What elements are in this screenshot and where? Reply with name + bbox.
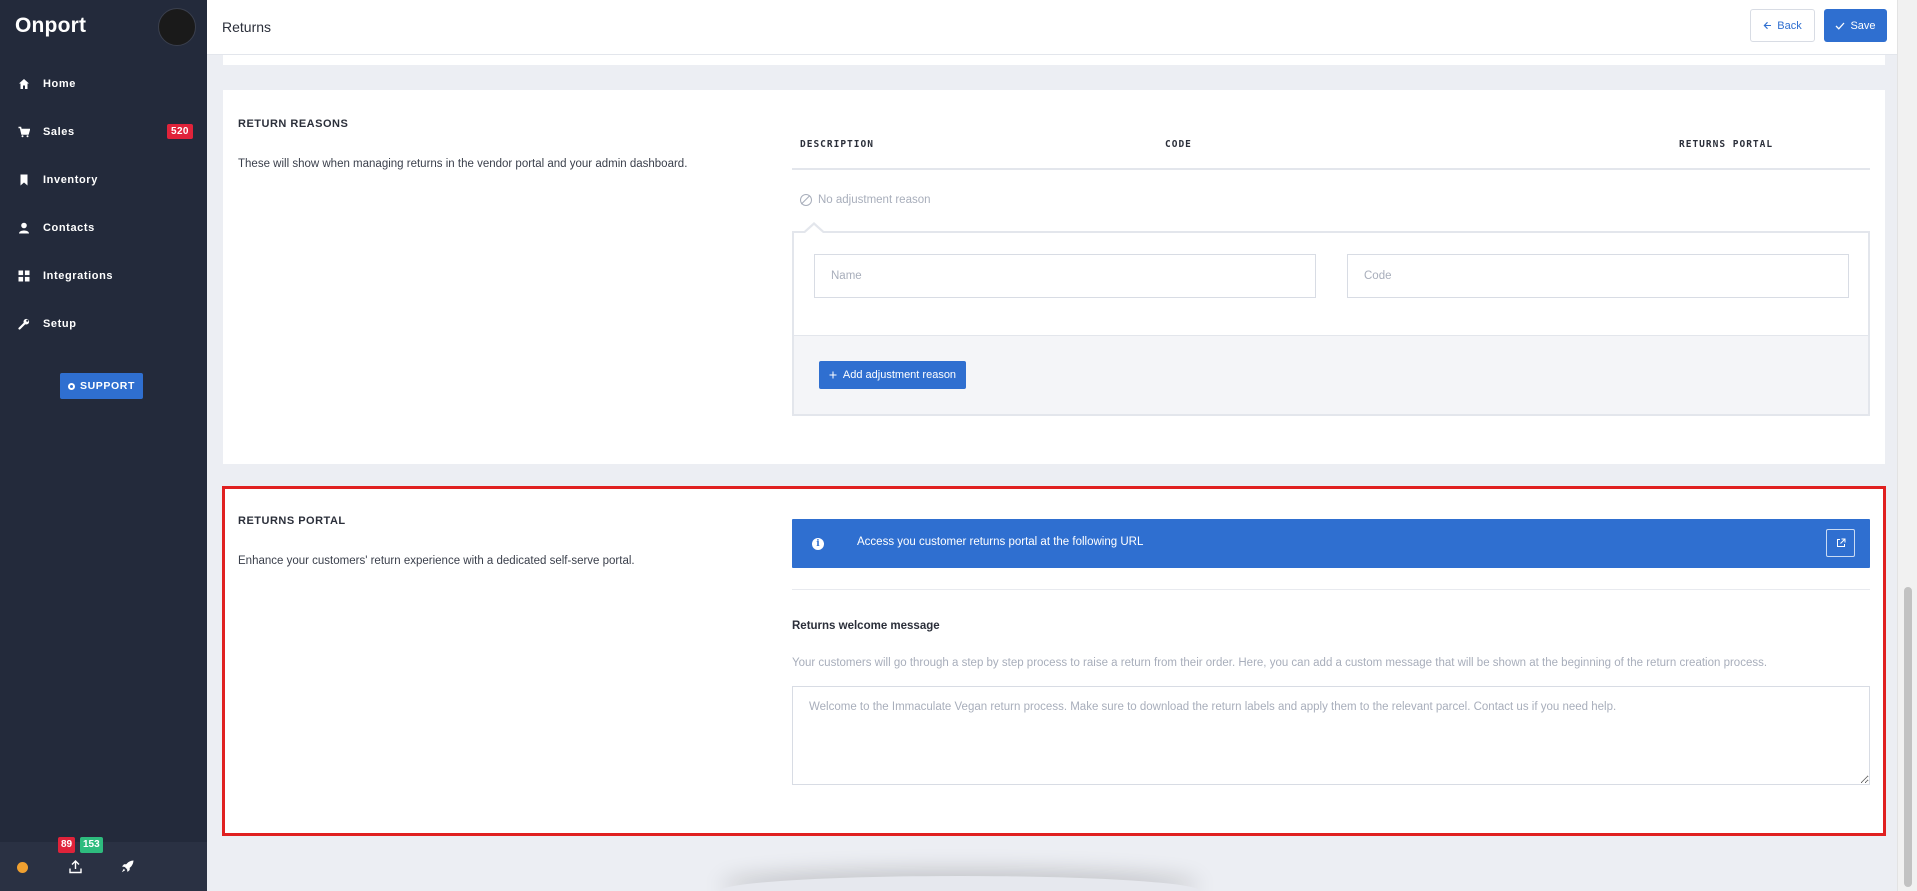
section-divider [792,589,1870,590]
form-pointer-inner [805,225,823,233]
add-adjustment-reason-button[interactable]: Add adjustment reason [819,361,966,389]
sidebar-item-label: Inventory [43,174,98,186]
status-indicator[interactable] [17,862,28,873]
top-bar: Returns Back Save [207,0,1897,55]
sidebar-item-inventory[interactable]: Inventory [0,165,207,195]
external-link-icon [1836,538,1845,547]
notification-badge: 89 [58,837,76,853]
home-icon [18,78,30,90]
welcome-message-label: Returns welcome message [792,620,940,632]
back-label: Back [1777,19,1802,32]
help-icon [68,382,76,390]
sidebar-item-contacts[interactable]: Contacts [0,213,207,243]
open-portal-button[interactable] [1826,529,1855,557]
ban-icon [800,194,812,206]
table-header-divider [792,168,1870,170]
returns-portal-title: RETURNS PORTAL [238,515,346,527]
bookmark-icon [18,174,30,186]
add-reason-label: Add adjustment reason [842,369,957,381]
back-button[interactable]: Back [1750,9,1815,42]
sidebar-item-sales[interactable]: Sales 520 [0,117,207,147]
bottom-overlay-shadow [720,876,1200,891]
cart-icon [18,126,30,138]
wrench-icon [18,318,30,330]
column-header-description[interactable]: DESCRIPTION [800,139,874,150]
portal-url-text: Access you customer returns portal at th… [857,536,1144,548]
reason-code-input[interactable] [1347,254,1849,298]
welcome-message-help: Your customers will go through a step by… [792,657,1768,669]
settings-card-previous [223,55,1885,65]
arrow-left-icon [1763,21,1772,30]
info-icon: i [812,538,824,550]
sidebar-item-home[interactable]: Home [0,69,207,99]
notification-badge: 153 [80,837,103,853]
sidebar-item-label: Home [43,78,76,90]
plus-icon [829,371,837,379]
portal-url-banner: i Access you customer returns portal at … [792,519,1870,568]
grid-icon [18,270,30,282]
user-icon [18,222,30,234]
support-button[interactable]: SUPPORT [60,373,143,399]
save-label: Save [1850,19,1876,32]
reason-name-input[interactable] [814,254,1316,298]
return-reasons-title: RETURN REASONS [238,118,349,130]
column-header-code[interactable]: CODE [1165,139,1192,150]
page-title: Returns [222,19,272,35]
support-label: SUPPORT [80,380,135,392]
app-logo[interactable]: Onport [15,14,86,38]
rocket-icon[interactable] [121,860,134,878]
sidebar-item-integrations[interactable]: Integrations [0,261,207,291]
empty-state-text: No adjustment reason [818,194,931,206]
sidebar-item-label: Sales [43,126,75,138]
sales-count-badge: 520 [167,124,193,139]
upload-icon[interactable] [69,860,82,879]
sidebar-item-label: Setup [43,318,77,330]
sidebar-item-label: Contacts [43,222,95,234]
sidebar-footer [0,842,207,891]
return-reasons-description: These will show when managing returns in… [238,158,688,170]
scrollbar-thumb[interactable] [1904,587,1912,887]
sidebar-item-label: Integrations [43,270,114,282]
sidebar-item-setup[interactable]: Setup [0,309,207,339]
empty-state: No adjustment reason [800,194,931,206]
check-icon [1835,22,1845,30]
sidebar: Onport Home Sales 520 Inventory Contacts… [0,0,207,891]
returns-portal-description: Enhance your customers' return experienc… [238,555,635,567]
avatar[interactable] [158,8,196,46]
welcome-message-textarea[interactable] [792,686,1870,785]
page-scrollbar[interactable] [1897,0,1917,891]
save-button[interactable]: Save [1824,9,1887,42]
column-header-returns-portal[interactable]: RETURNS PORTAL [1679,139,1773,150]
